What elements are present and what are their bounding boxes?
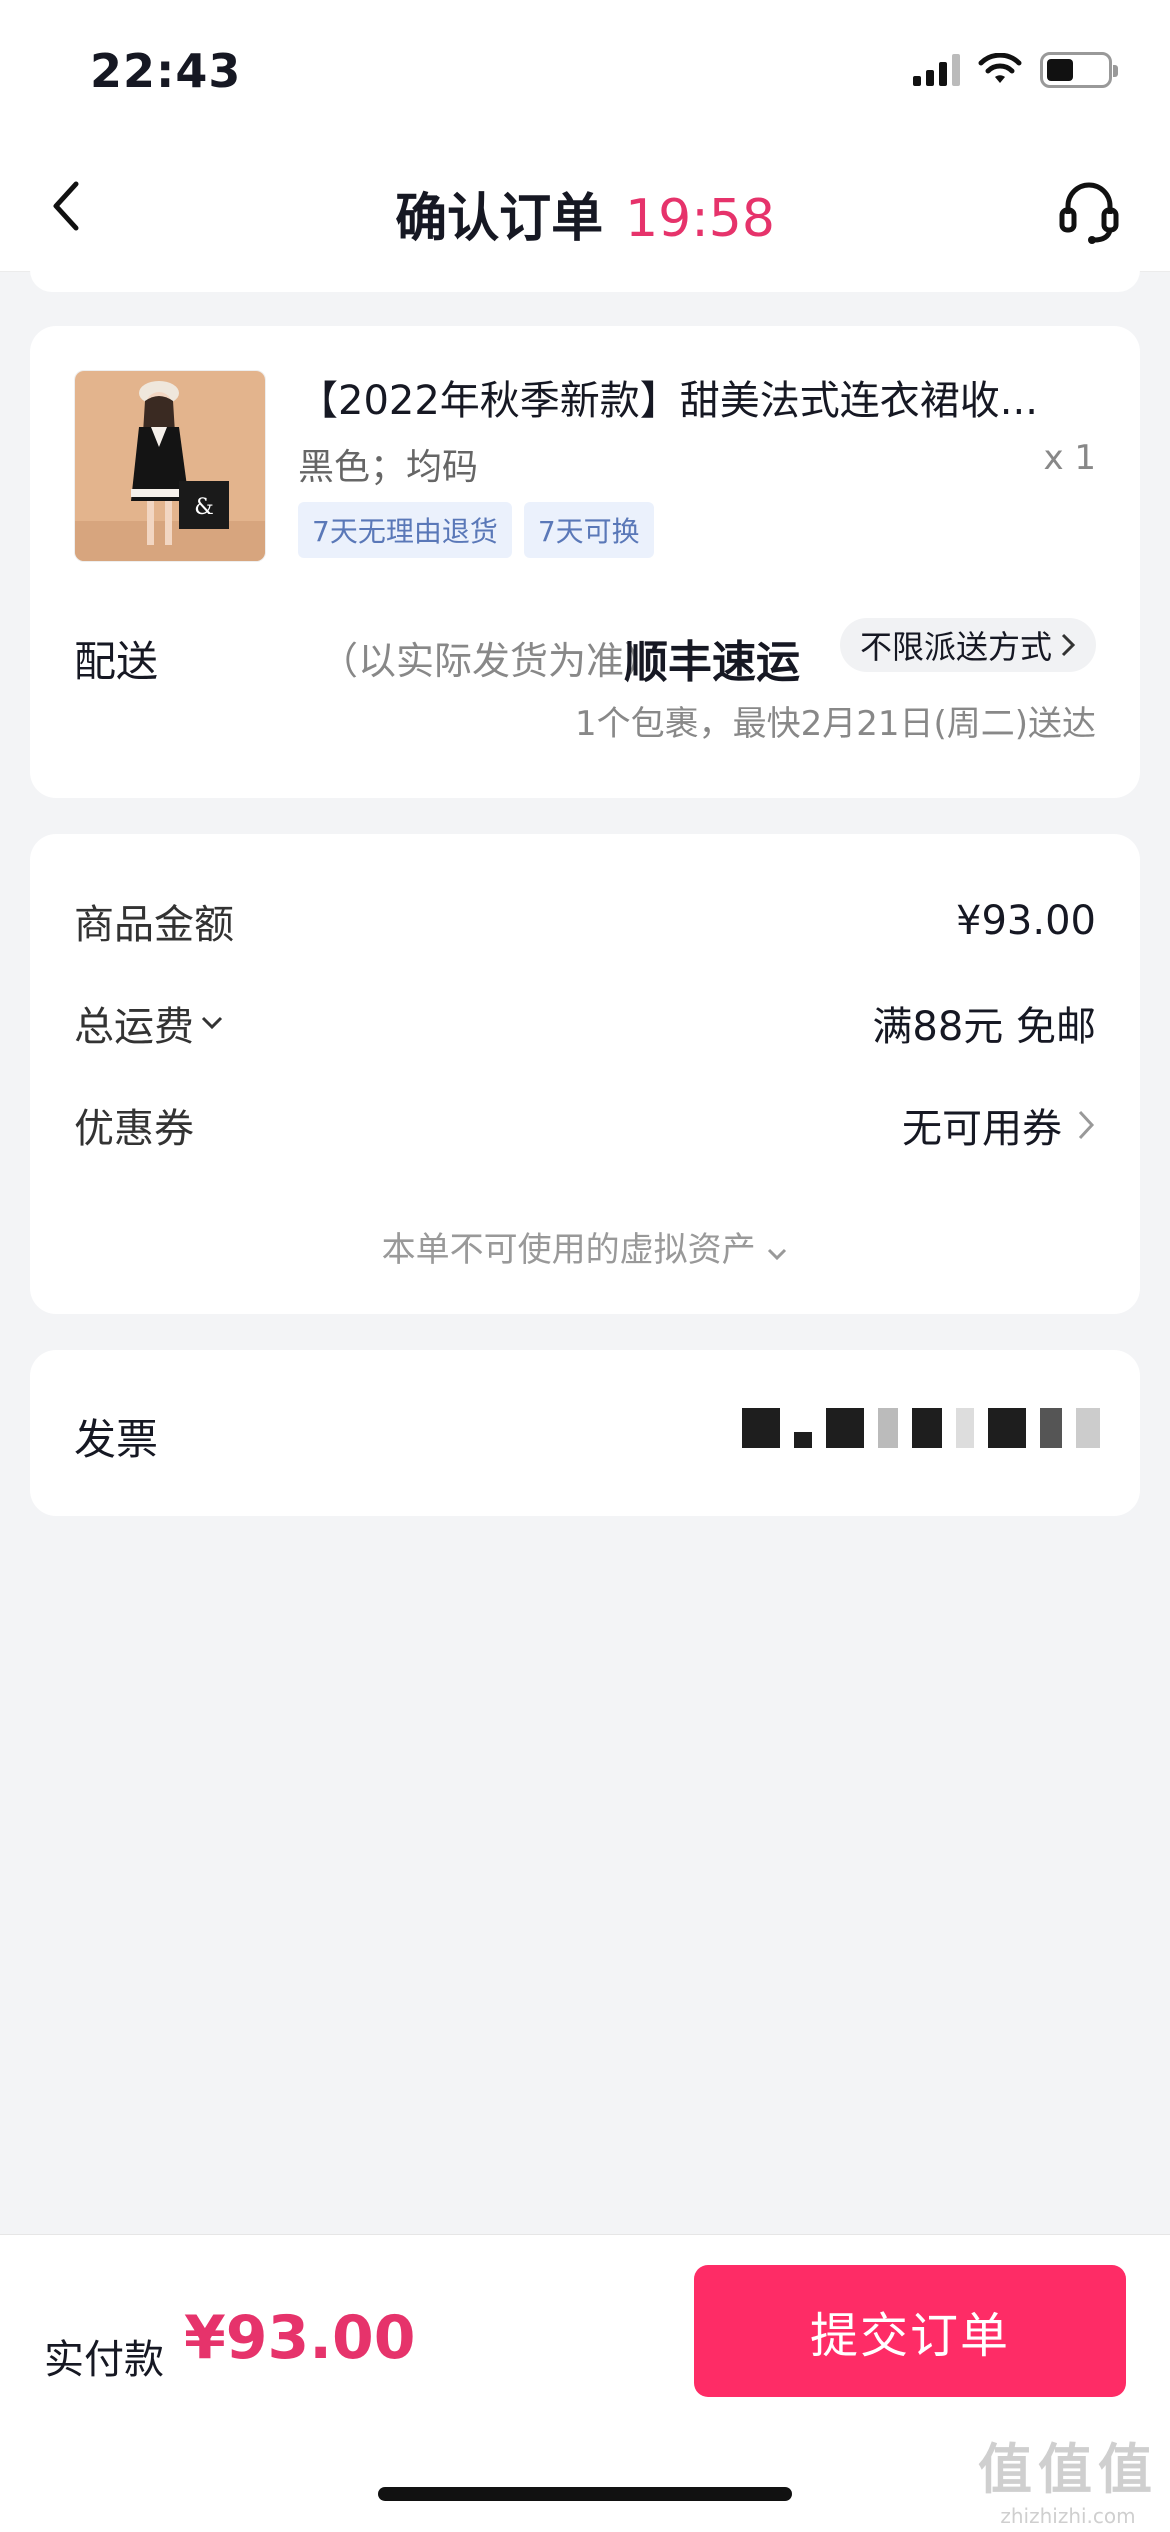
goods-amount-value: ¥93.00 xyxy=(956,898,1096,944)
address-card-bottom xyxy=(30,270,1140,292)
delivery-method-label: 不限派送方式 xyxy=(859,628,1052,666)
product-quantity: x 1 xyxy=(1043,438,1096,478)
status-time: 22:43 xyxy=(90,44,242,98)
shipping-label: 配送 xyxy=(74,637,159,686)
cellular-signal-icon xyxy=(913,54,960,86)
tag-exchange: 7天可换 xyxy=(523,502,654,558)
delivery-eta: 1个包裹，最快2月21日(周二)送达 xyxy=(574,704,1096,744)
page-title: 确认订单 19:58 xyxy=(0,176,1170,251)
chevron-right-icon xyxy=(1078,1110,1095,1140)
chevron-down-icon xyxy=(768,1248,787,1261)
goods-amount-row: 商品金额 ¥93.00 xyxy=(74,892,1096,950)
shipping-carrier: 顺丰速运 xyxy=(624,637,800,688)
price-card: 商品金额 ¥93.00 总运费 满88元 免邮 优惠券 无可用券 本单不可使用的… xyxy=(30,834,1140,1314)
coupon-label: 优惠券 xyxy=(74,1106,194,1152)
freight-label-group[interactable]: 总运费 xyxy=(74,994,224,1052)
freight-value: 满88元 免邮 xyxy=(872,1004,1096,1050)
status-icons xyxy=(913,52,1118,88)
pay-amount: ¥93.00 xyxy=(184,2303,416,2373)
wifi-icon xyxy=(978,53,1022,83)
product-title[interactable]: 【2022年秋季新款】甜美法式连衣裙收... xyxy=(298,368,1098,426)
delivery-method-button[interactable]: 不限派送方式 xyxy=(839,618,1096,672)
product-card: & 【2022年秋季新款】甜美法式连衣裙收... 黑色；均码 x 1 7天无理由… xyxy=(30,326,1140,798)
product-image-icon: & xyxy=(75,371,265,561)
svg-text:&: & xyxy=(194,495,214,520)
chevron-right-icon xyxy=(1061,633,1076,657)
watermark-url: zhizhizhi.com xyxy=(1000,2504,1136,2528)
freight-row[interactable]: 总运费 满88元 免邮 xyxy=(74,994,1096,1052)
freight-label: 总运费 xyxy=(74,1004,194,1050)
tag-return: 7天无理由退货 xyxy=(298,502,512,558)
chevron-down-icon xyxy=(201,1016,223,1030)
countdown-timer: 19:58 xyxy=(625,189,775,249)
pay-label: 实付款 xyxy=(44,2337,164,2383)
coupon-value-group[interactable]: 无可用券 xyxy=(902,1096,1096,1154)
goods-amount-label: 商品金额 xyxy=(74,902,234,948)
top-bar: 22:43 确认订单 19:58 xyxy=(0,0,1170,272)
coupon-value: 无可用券 xyxy=(902,1106,1062,1152)
watermark-logo: 值值值 xyxy=(978,2438,1158,2501)
battery-icon xyxy=(1040,52,1118,88)
service-tags: 7天无理由退货 7天可换 xyxy=(298,502,654,558)
virtual-assets-toggle[interactable]: 本单不可使用的虚拟资产 xyxy=(30,1222,1140,1271)
product-spec[interactable]: 黑色；均码 xyxy=(298,438,478,490)
watermark: 值值值 zhizhizhi.com xyxy=(978,2425,1158,2528)
shipping-note: （以实际发货为准） xyxy=(320,639,663,683)
checkout-bar: 实付款 ¥93.00 提交订单 值值值 zhizhizhi.com xyxy=(0,2234,1170,2532)
customer-service-icon[interactable] xyxy=(1054,176,1124,246)
home-indicator[interactable] xyxy=(378,2487,792,2501)
invoice-value-redacted xyxy=(742,1408,1100,1448)
submit-order-button[interactable]: 提交订单 xyxy=(694,2265,1126,2397)
virtual-assets-label: 本单不可使用的虚拟资产 xyxy=(381,1230,756,1270)
invoice-card[interactable]: 发票 xyxy=(30,1350,1140,1516)
coupon-row[interactable]: 优惠券 无可用券 xyxy=(74,1096,1096,1154)
page-title-text: 确认订单 xyxy=(395,189,604,249)
product-thumbnail[interactable]: & xyxy=(74,370,266,562)
invoice-label: 发票 xyxy=(74,1415,159,1464)
